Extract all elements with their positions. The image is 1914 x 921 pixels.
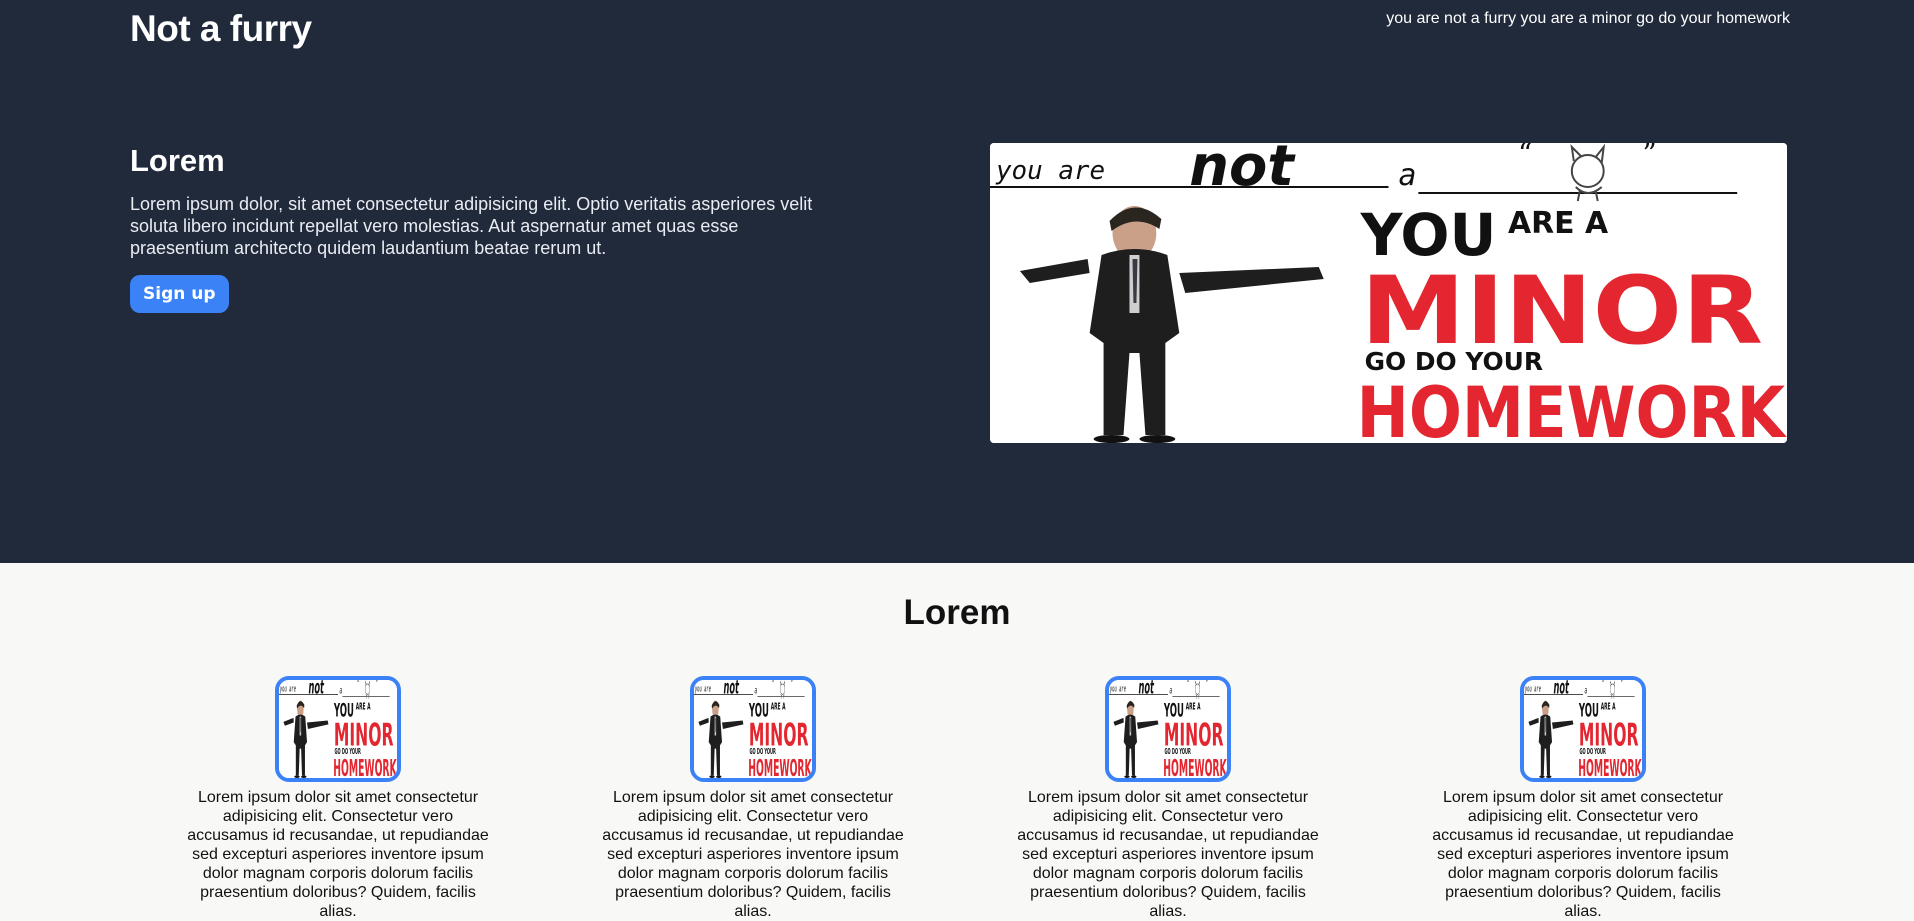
card-text: Lorem ipsum dolor sit amet consectetur a…	[1017, 789, 1319, 920]
feature-card: Lorem ipsum dolor sit amet consectetur a…	[1428, 676, 1738, 921]
card-text: Lorem ipsum dolor sit amet consectetur a…	[187, 789, 489, 920]
hero-meme-image	[990, 143, 1787, 443]
nav-link[interactable]: you are not a furry you are a minor go d…	[1386, 10, 1790, 28]
feature-card: Lorem ipsum dolor sit amet consectetur a…	[1013, 676, 1323, 921]
feature-card: Lorem ipsum dolor sit amet consectetur a…	[598, 676, 908, 921]
hero-section: Not a furry you are not a furry you are …	[0, 0, 1914, 563]
thumbnail-picture	[1109, 680, 1227, 778]
card-thumbnail	[1520, 676, 1646, 782]
hero-text: Lorem Lorem ipsum dolor, sit amet consec…	[130, 143, 830, 313]
thumbnail-picture	[694, 680, 812, 778]
site-brand[interactable]: Not a furry	[130, 8, 312, 50]
card-thumbnail	[1105, 676, 1231, 782]
feature-card: Lorem ipsum dolor sit amet consectetur a…	[183, 676, 493, 921]
features-section: Lorem Lorem ipsum dolor sit amet consect…	[0, 563, 1914, 920]
card-text: Lorem ipsum dolor sit amet consectetur a…	[1432, 789, 1734, 920]
signup-button[interactable]: Sign up	[130, 275, 229, 313]
features-title: Lorem	[903, 593, 1011, 632]
thumbnail-picture	[279, 680, 397, 778]
thumbnail-picture	[1524, 680, 1642, 778]
hero-body: Lorem ipsum dolor, sit amet consectetur …	[130, 194, 813, 258]
card-thumbnail	[690, 676, 816, 782]
meme-picture	[990, 143, 1787, 443]
hero-title: Lorem	[130, 143, 225, 178]
card-thumbnail	[275, 676, 401, 782]
card-text: Lorem ipsum dolor sit amet consectetur a…	[602, 789, 904, 920]
